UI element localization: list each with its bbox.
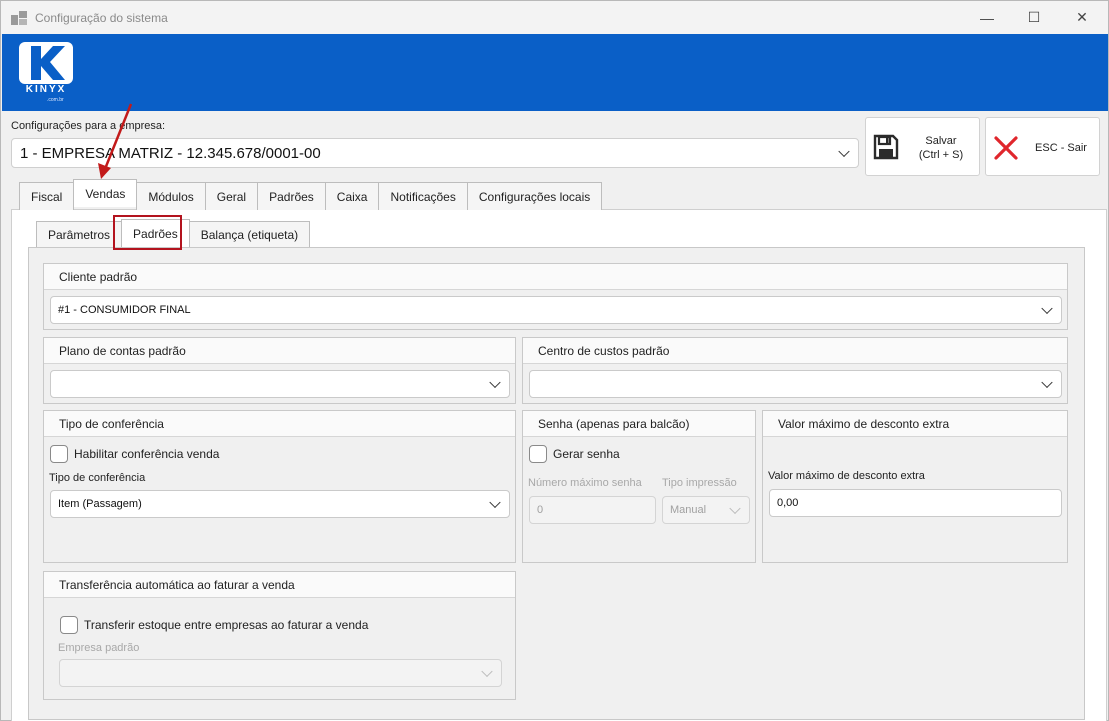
tab-notificacoes[interactable]: Notificações	[378, 182, 468, 210]
maximize-button[interactable]: ☐	[1011, 1, 1057, 34]
transferir-estoque-label: Transferir estoque entre empresas ao fat…	[84, 618, 369, 632]
close-window-button[interactable]: ✕	[1059, 1, 1105, 34]
subtab-balanca[interactable]: Balança (etiqueta)	[188, 221, 311, 247]
cliente-padrao-group: Cliente padrão #1 - CONSUMIDOR FINAL	[43, 263, 1068, 330]
save-shortcut: (Ctrl + S)	[918, 149, 964, 161]
plano-contas-group: Plano de contas padrão	[43, 337, 516, 404]
window-title: Configuração do sistema	[35, 11, 168, 25]
tab-padroes-main[interactable]: Padrões	[257, 182, 326, 210]
habilitar-conferencia-checkbox[interactable]: Habilitar conferência venda	[50, 445, 219, 463]
close-x-icon	[994, 136, 1018, 160]
gerar-senha-label: Gerar senha	[553, 447, 620, 461]
plano-contas-title: Plano de contas padrão	[44, 338, 515, 364]
tab-configuracoes-locais[interactable]: Configurações locais	[466, 182, 603, 210]
senha-title: Senha (apenas para balcão)	[523, 411, 755, 437]
checkbox-box[interactable]	[60, 616, 78, 634]
empresa-padrao-select[interactable]	[59, 659, 502, 687]
checkbox-box[interactable]	[50, 445, 68, 463]
numero-maximo-senha-input[interactable]: 0	[529, 496, 656, 524]
cliente-padrao-title: Cliente padrão	[44, 264, 1067, 290]
maximize-icon: ☐	[1027, 9, 1041, 25]
desconto-label: Valor máximo de desconto extra	[768, 470, 925, 482]
title-bar: Configuração do sistema — ☐ ✕	[1, 1, 1108, 34]
subtab-highlight-box	[113, 215, 182, 250]
main-tabs: Fiscal Vendas Módulos Geral Padrões Caix…	[19, 179, 603, 210]
tab-modulos[interactable]: Módulos	[136, 182, 206, 210]
chevron-down-icon	[489, 496, 501, 509]
floppy-disk-icon	[873, 134, 899, 160]
tipo-conferencia-select[interactable]: Item (Passagem)	[50, 490, 510, 518]
tipo-conferencia-value: Item (Passagem)	[58, 498, 142, 510]
centro-custos-group: Centro de custos padrão	[522, 337, 1068, 404]
subtab-parametros[interactable]: Parâmetros	[36, 221, 123, 247]
tab-vendas[interactable]: Vendas	[73, 179, 138, 207]
plano-contas-select[interactable]	[50, 370, 510, 398]
chevron-down-icon	[729, 502, 741, 515]
habilitar-conferencia-label: Habilitar conferência venda	[74, 447, 220, 461]
empresa-padrao-label: Empresa padrão	[58, 642, 140, 654]
minimize-button[interactable]: —	[964, 1, 1010, 34]
transferencia-title: Transferência automática ao faturar a ve…	[44, 572, 515, 598]
cliente-padrao-select[interactable]: #1 - CONSUMIDOR FINAL	[50, 296, 1062, 324]
tipo-conferencia-title: Tipo de conferência	[44, 411, 515, 437]
chevron-down-icon	[481, 665, 493, 678]
transferencia-group: Transferência automática ao faturar a ve…	[43, 571, 516, 700]
desconto-input[interactable]: 0,00	[769, 489, 1062, 517]
transferir-estoque-checkbox[interactable]: Transferir estoque entre empresas ao fat…	[60, 616, 368, 634]
close-icon: ✕	[1076, 9, 1088, 25]
config-window: Configuração do sistema — ☐ ✕ KINYX .com…	[0, 0, 1109, 721]
company-label: Configurações para a empresa:	[11, 120, 166, 132]
minimize-icon: —	[980, 9, 994, 26]
chevron-down-icon	[1041, 302, 1053, 315]
save-label: Salvar	[925, 135, 957, 147]
exit-label: ESC - Sair	[1035, 142, 1087, 154]
desconto-value: 0,00	[777, 497, 799, 509]
logo-mark-icon	[19, 42, 73, 84]
senha-group: Senha (apenas para balcão) Gerar senha N…	[522, 410, 756, 563]
brand-sub: .com.br	[47, 97, 64, 103]
kinyx-logo: KINYX .com.br	[19, 42, 73, 104]
company-select[interactable]: 1 - EMPRESA MATRIZ - 12.345.678/0001-00	[11, 138, 859, 168]
tipo-conferencia-group: Tipo de conferência Habilitar conferênci…	[43, 410, 516, 563]
tab-fiscal[interactable]: Fiscal	[19, 182, 75, 210]
tipo-conferencia-label: Tipo de conferência	[49, 472, 146, 484]
centro-custos-title: Centro de custos padrão	[523, 338, 1067, 364]
centro-custos-select[interactable]	[529, 370, 1062, 398]
desconto-group: Valor máximo de desconto extra Valor máx…	[762, 410, 1068, 563]
exit-button[interactable]: ESC - Sair	[985, 117, 1100, 176]
header-banner: KINYX .com.br	[2, 34, 1108, 111]
checkbox-box[interactable]	[529, 445, 547, 463]
tab-caixa[interactable]: Caixa	[324, 182, 380, 210]
chevron-down-icon	[489, 376, 501, 389]
cliente-padrao-value: #1 - CONSUMIDOR FINAL	[58, 304, 191, 316]
brand-name: KINYX	[25, 84, 67, 95]
gerar-senha-checkbox[interactable]: Gerar senha	[529, 445, 620, 463]
chevron-down-icon	[1041, 376, 1053, 389]
numero-maximo-senha-label: Número máximo senha	[528, 477, 642, 489]
tipo-impressao-value: Manual	[670, 504, 707, 516]
tipo-impressao-select[interactable]: Manual	[662, 496, 750, 524]
tab-geral[interactable]: Geral	[204, 182, 259, 210]
numero-maximo-senha-value: 0	[537, 504, 544, 516]
save-button[interactable]: Salvar (Ctrl + S)	[865, 117, 980, 176]
chevron-down-icon	[838, 145, 850, 158]
desconto-title: Valor máximo de desconto extra	[763, 411, 1067, 437]
app-icon	[11, 11, 27, 25]
tipo-impressao-label: Tipo impressão	[662, 477, 737, 489]
company-value: 1 - EMPRESA MATRIZ - 12.345.678/0001-00	[20, 144, 321, 162]
